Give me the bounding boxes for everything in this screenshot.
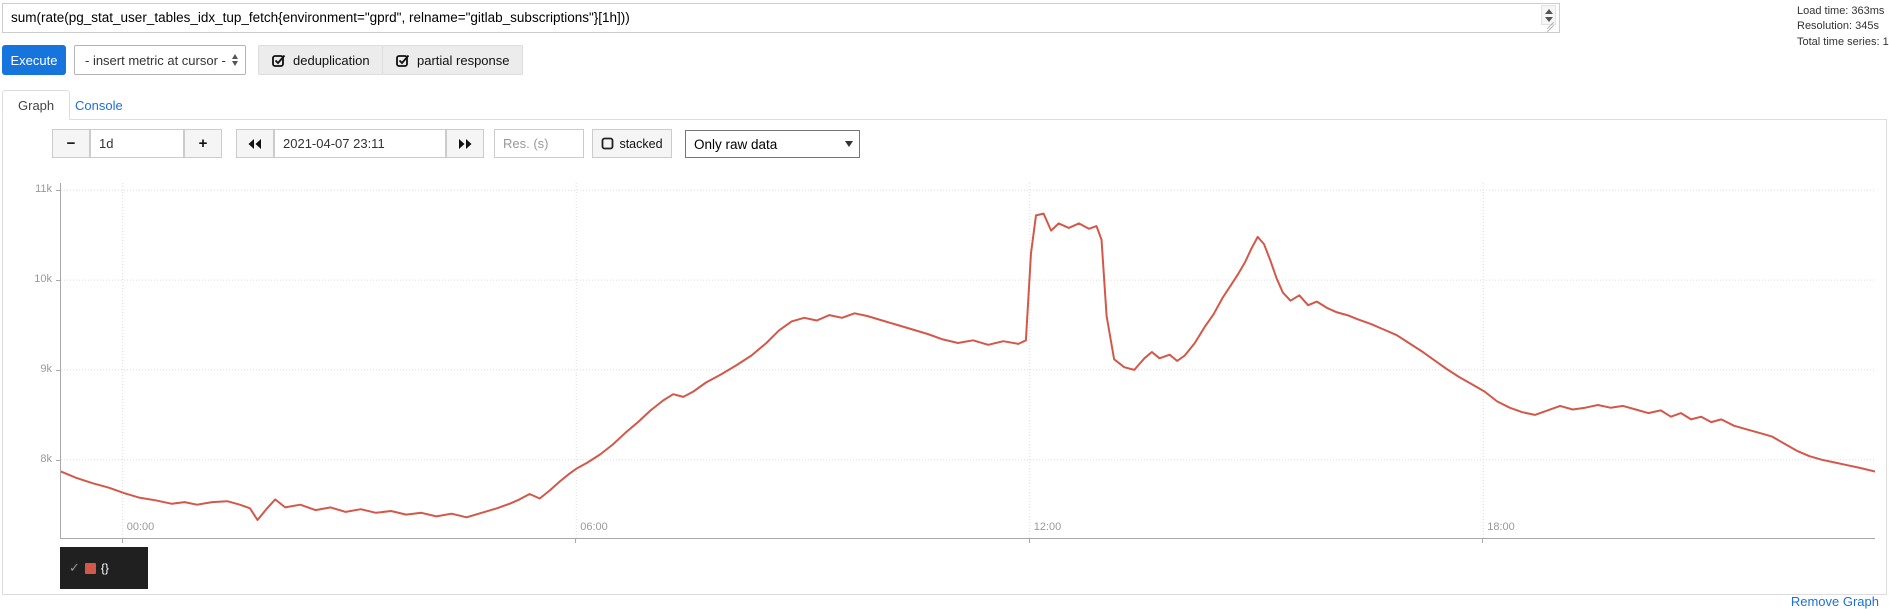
chart-plot-area[interactable]: 00:00 06:00 12:00 18:00 [60,183,1875,539]
tab-graph[interactable]: Graph [2,90,71,120]
y-axis-label: 10k [34,273,52,286]
scroll-up-icon[interactable] [1544,8,1553,14]
range-input[interactable] [90,129,184,158]
resolution-input[interactable] [494,129,584,158]
execute-button[interactable]: Execute [2,45,66,75]
query-stats: Load time: 363ms Resolution: 345s Total … [1797,4,1889,50]
y-axis-tick [56,280,60,282]
resolution: Resolution: 345s [1797,20,1879,33]
x-axis-label: 18:00 [1487,521,1515,533]
insert-metric-label: - insert metric at cursor - [85,52,226,68]
chevron-down-icon [845,141,853,147]
time-back-button[interactable] [236,129,274,158]
tab-console[interactable]: Console [60,90,138,120]
x-axis-tick [1028,539,1030,543]
datetime-input[interactable] [274,129,446,158]
range-increase-button[interactable]: + [184,129,222,158]
series-line [61,212,1875,521]
y-axis-tick [56,459,60,461]
series-legend-item[interactable]: ✓ {} [60,547,148,589]
stacked-label: stacked [619,136,663,151]
y-axis-label: 9k [40,362,52,375]
partial-response-label: partial response [417,52,510,68]
partial-response-toggle[interactable]: partial response [382,45,523,75]
checked-checkbox-icon [396,54,410,67]
raw-data-mode-value: Only raw data [694,136,778,152]
x-axis-label: 12:00 [1034,521,1062,533]
deduplication-toggle[interactable]: deduplication [258,45,383,75]
scroll-down-icon[interactable] [1544,16,1553,22]
series-label: {} [100,561,109,575]
select-spinner-icon [232,54,238,66]
x-axis-label: 06:00 [580,521,608,533]
query-input[interactable] [2,3,1560,33]
total-time-series: Total time series: 1 [1797,35,1889,48]
fast-forward-icon [459,138,472,149]
chart-canvas[interactable]: 00:00 06:00 12:00 18:00 [61,183,1875,538]
insert-metric-select[interactable]: - insert metric at cursor - [74,45,246,75]
checked-checkbox-icon [272,54,286,67]
unchecked-checkbox-icon [602,137,614,150]
y-axis-tick [56,369,60,371]
deduplication-label: deduplication [293,52,370,68]
range-decrease-button[interactable]: − [52,129,90,158]
legend-check-icon: ✓ [69,560,80,575]
textarea-resize-grip-icon[interactable] [1546,21,1555,33]
y-axis-label: 11k [35,183,52,196]
load-time: Load time: 363ms [1797,5,1885,17]
y-axis-tick [56,190,60,192]
rewind-icon [248,138,261,149]
x-axis-tick [575,539,577,543]
series-color-swatch [84,562,96,574]
raw-data-mode-select[interactable]: Only raw data [685,130,860,158]
y-axis-label: 8k [40,452,52,465]
stacked-toggle[interactable]: stacked [592,129,672,158]
time-forward-button[interactable] [446,129,484,158]
x-axis-tick [121,539,123,543]
remove-graph-link[interactable]: Remove Graph [1791,594,1879,609]
x-axis-tick [1482,539,1484,543]
x-axis-label: 00:00 [127,521,155,533]
